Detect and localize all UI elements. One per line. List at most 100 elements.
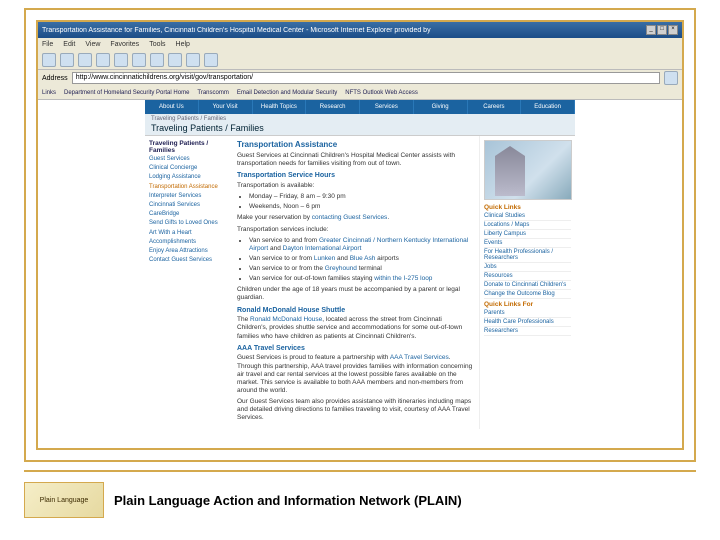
sidebar-heading: Traveling Patients / Families bbox=[149, 140, 227, 154]
nav-services[interactable]: Services bbox=[360, 100, 414, 114]
service-item: Van service to or from the Greyhound ter… bbox=[249, 265, 473, 273]
home-icon[interactable] bbox=[114, 53, 128, 67]
hours-item: Weekends, Noon – 6 pm bbox=[249, 203, 473, 211]
inline-link[interactable]: Dayton International Airport bbox=[283, 245, 362, 252]
main-heading: Transportation Assistance bbox=[237, 140, 473, 150]
nav-education[interactable]: Education bbox=[521, 100, 575, 114]
quick-link[interactable]: Resources bbox=[484, 272, 571, 281]
ie-titlebar: Transportation Assistance for Families, … bbox=[38, 22, 682, 38]
window-title: Transportation Assistance for Families, … bbox=[42, 27, 431, 34]
quick-link[interactable]: Locations / Maps bbox=[484, 221, 571, 230]
menu-tools[interactable]: Tools bbox=[149, 41, 165, 48]
quick-link[interactable]: Liberty Campus bbox=[484, 230, 571, 239]
sidebar-item[interactable]: Transportation Assistance bbox=[149, 184, 227, 191]
sidebar-item[interactable]: Guest Services bbox=[149, 156, 227, 163]
sidebar-item[interactable]: Clinical Concierge bbox=[149, 165, 227, 172]
sidebar-item[interactable]: Interpreter Services bbox=[149, 193, 227, 200]
quick-link-for[interactable]: Researchers bbox=[484, 327, 571, 336]
sidebar-item[interactable]: Art With a Heart bbox=[149, 230, 227, 237]
footer-divider bbox=[24, 470, 696, 474]
history-icon[interactable] bbox=[168, 53, 182, 67]
footer-text: Plain Language Action and Information Ne… bbox=[114, 493, 462, 508]
print-icon[interactable] bbox=[204, 53, 218, 67]
menu-bar: File Edit View Favorites Tools Help bbox=[38, 38, 682, 50]
inline-link[interactable]: within the I-275 loop bbox=[374, 275, 432, 282]
inline-link[interactable]: Blue Ash bbox=[350, 255, 376, 262]
service-item: Van service to and from Greater Cincinna… bbox=[249, 237, 473, 253]
service-item: Van service for out-of-town families sta… bbox=[249, 275, 473, 283]
mail-icon[interactable] bbox=[186, 53, 200, 67]
quick-links-heading: Quick Links bbox=[484, 204, 571, 211]
minors-note: Children under the age of 18 years must … bbox=[237, 286, 473, 302]
menu-edit[interactable]: Edit bbox=[63, 41, 75, 48]
nav-careers[interactable]: Careers bbox=[468, 100, 522, 114]
menu-file[interactable]: File bbox=[42, 41, 53, 48]
sidebar-item[interactable]: Send Gifts to Loved Ones bbox=[149, 220, 227, 227]
quick-link[interactable]: Change the Outcome Blog bbox=[484, 290, 571, 299]
go-icon[interactable] bbox=[664, 71, 678, 85]
aaa-heading: AAA Travel Services bbox=[237, 345, 473, 354]
links-label: Links bbox=[42, 90, 56, 96]
address-bar: Address http://www.cincinnatichildrens.o… bbox=[38, 70, 682, 86]
nav-health[interactable]: Health Topics bbox=[253, 100, 307, 114]
inline-link[interactable]: Lunken bbox=[314, 255, 335, 262]
contact-link[interactable]: contacting Guest Services bbox=[312, 214, 388, 221]
forward-icon[interactable] bbox=[60, 53, 74, 67]
services-label: Transportation services include: bbox=[237, 226, 473, 234]
menu-view[interactable]: View bbox=[85, 41, 100, 48]
quick-link[interactable]: For Health Professionals / Researchers bbox=[484, 248, 571, 263]
plain-language-logo: Plain Language bbox=[24, 482, 104, 518]
link-item[interactable]: Transcomm bbox=[197, 90, 228, 96]
link-item[interactable]: Email Detection and Modular Security bbox=[237, 90, 337, 96]
favorites-icon[interactable] bbox=[150, 53, 164, 67]
sidebar-item[interactable]: Enjoy Area Attractions bbox=[149, 248, 227, 255]
quick-link[interactable]: Jobs bbox=[484, 263, 571, 272]
quick-link[interactable]: Donate to Cincinnati Children's bbox=[484, 281, 571, 290]
rmh-heading: Ronald McDonald House Shuttle bbox=[237, 307, 473, 316]
search-icon[interactable] bbox=[132, 53, 146, 67]
minimize-button[interactable]: _ bbox=[646, 25, 656, 35]
nav-giving[interactable]: Giving bbox=[414, 100, 468, 114]
toolbar bbox=[38, 50, 682, 70]
quick-link[interactable]: Clinical Studies bbox=[484, 212, 571, 221]
rmh-link[interactable]: Ronald McDonald House bbox=[250, 316, 322, 323]
service-item: Van service to or from Lunken and Blue A… bbox=[249, 255, 473, 263]
address-input[interactable]: http://www.cincinnatichildrens.org/visit… bbox=[72, 72, 660, 84]
nav-visit[interactable]: Your Visit bbox=[199, 100, 253, 114]
nav-research[interactable]: Research bbox=[306, 100, 360, 114]
sidebar-item[interactable]: Lodging Assistance bbox=[149, 174, 227, 181]
refresh-icon[interactable] bbox=[96, 53, 110, 67]
aaa-text-2: Our Guest Services team also provides as… bbox=[237, 398, 473, 422]
maximize-button[interactable]: □ bbox=[657, 25, 667, 35]
address-label: Address bbox=[42, 75, 68, 82]
slide-frame: Transportation Assistance for Families, … bbox=[0, 0, 720, 540]
browser-screenshot: Transportation Assistance for Families, … bbox=[36, 20, 684, 450]
aaa-link[interactable]: AAA Travel Services bbox=[390, 354, 449, 361]
page-header: Traveling Patients / Families Traveling … bbox=[145, 114, 575, 136]
sidebar-item[interactable]: Contact Guest Services bbox=[149, 257, 227, 264]
inline-link[interactable]: Greyhound bbox=[325, 265, 357, 272]
stop-icon[interactable] bbox=[78, 53, 92, 67]
main-content: Transportation Assistance Guest Services… bbox=[231, 136, 479, 429]
link-item[interactable]: Department of Homeland Security Portal H… bbox=[64, 90, 189, 96]
intro-text: Guest Services at Cincinnati Children's … bbox=[237, 152, 473, 168]
quick-link-for[interactable]: Health Care Professionals bbox=[484, 318, 571, 327]
back-icon[interactable] bbox=[42, 53, 56, 67]
close-button[interactable]: × bbox=[668, 25, 678, 35]
menu-help[interactable]: Help bbox=[176, 41, 190, 48]
quick-link-for[interactable]: Parents bbox=[484, 309, 571, 318]
right-column: Quick Links Clinical StudiesLocations / … bbox=[479, 136, 575, 429]
quick-link[interactable]: Events bbox=[484, 239, 571, 248]
hours-heading: Transportation Service Hours bbox=[237, 172, 473, 181]
sidebar-item[interactable]: Accomplishments bbox=[149, 239, 227, 246]
nav-about[interactable]: About Us bbox=[145, 100, 199, 114]
sidebar-item[interactable]: CareBridge bbox=[149, 211, 227, 218]
rmh-text: The Ronald McDonald House, located acros… bbox=[237, 316, 473, 340]
site-top-nav: About Us Your Visit Health Topics Resear… bbox=[145, 100, 575, 114]
link-item[interactable]: NFTS Outlook Web Access bbox=[345, 90, 418, 96]
quick-links-for-heading: Quick Links For bbox=[484, 301, 571, 308]
sidebar-item[interactable]: Cincinnati Services bbox=[149, 202, 227, 209]
footer: Plain Language Plain Language Action and… bbox=[24, 478, 696, 522]
menu-favorites[interactable]: Favorites bbox=[110, 41, 139, 48]
page-title: Traveling Patients / Families bbox=[151, 122, 575, 133]
